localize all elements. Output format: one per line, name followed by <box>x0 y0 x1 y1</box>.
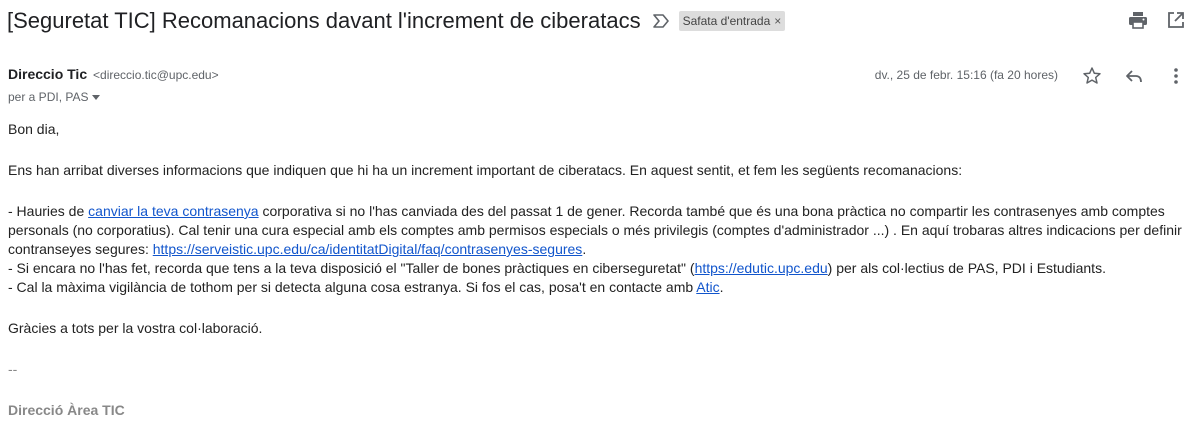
secure-passwords-link[interactable]: https://serveistic.upc.edu/ca/identitatD… <box>153 241 583 257</box>
reply-icon[interactable] <box>1122 64 1146 88</box>
label-chip-text: Safata d'entrada <box>682 14 771 28</box>
atic-link[interactable]: Atic <box>696 279 719 295</box>
recommendation-2: - Si encara no l'has fet, recorda que te… <box>8 260 1106 276</box>
label-chip-inbox[interactable]: Safata d'entrada × <box>678 11 786 31</box>
change-password-link[interactable]: canviar la teva contrasenya <box>88 203 258 219</box>
thanks-line: Gràcies a tots per la vostra col·laborac… <box>8 320 263 336</box>
print-icon[interactable] <box>1126 8 1150 32</box>
importance-marker-icon[interactable] <box>651 11 671 31</box>
subject-row: [Seguretat TIC] Recomanacions davant l'i… <box>7 6 786 36</box>
recommendation-1: - Hauries de canviar la teva contrasenya… <box>8 203 1182 257</box>
show-details-chevron-down-icon[interactable] <box>92 94 101 100</box>
star-icon[interactable] <box>1080 64 1104 88</box>
greeting: Bon dia, <box>8 121 60 137</box>
signature-separator: -- <box>8 361 18 377</box>
recipients: per a PDI, PAS <box>8 90 101 104</box>
message-actions <box>1080 64 1188 88</box>
email-view: [Seguretat TIC] Recomanacions davant l'i… <box>0 0 1200 429</box>
edutic-link[interactable]: https://edutic.upc.edu <box>695 260 828 276</box>
message-body: Bon dia, Ens han arribat diverses inform… <box>8 120 1188 420</box>
message-date: dv., 25 de febr. 15:16 (fa 20 hores) <box>874 68 1058 82</box>
remove-label-button[interactable]: × <box>774 14 781 28</box>
sender-email: <direccio.tic@upc.edu> <box>93 68 219 82</box>
recipients-text: per a PDI, PAS <box>8 90 89 104</box>
intro-paragraph: Ens han arribat diverses informacions qu… <box>8 162 963 178</box>
more-vertical-icon[interactable] <box>1164 64 1188 88</box>
signature-name: Direcció Àrea TIC <box>8 402 125 418</box>
sender-name[interactable]: Direccio Tic <box>8 66 87 82</box>
recommendation-3: - Cal la màxima vigilància de tothom per… <box>8 279 724 295</box>
sender-row: Direccio Tic <direccio.tic@upc.edu> <box>8 66 219 82</box>
email-subject: [Seguretat TIC] Recomanacions davant l'i… <box>7 8 641 33</box>
top-actions <box>1126 8 1188 32</box>
open-in-new-window-icon[interactable] <box>1164 8 1188 32</box>
